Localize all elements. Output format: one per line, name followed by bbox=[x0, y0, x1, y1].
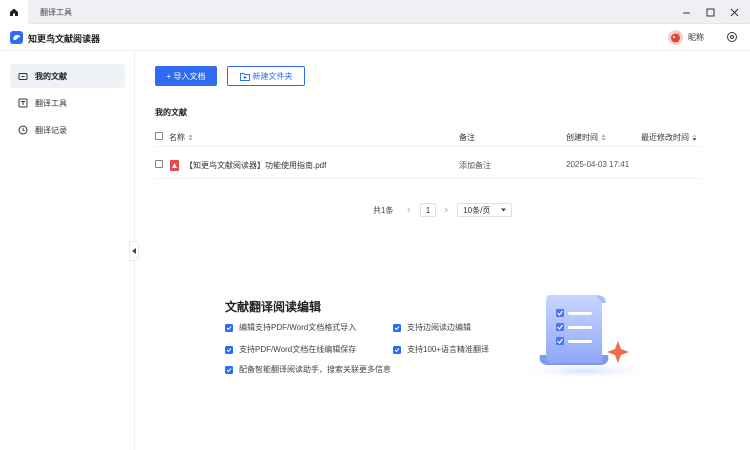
table-row-divider bbox=[155, 178, 700, 179]
promo-title: 文献翻译阅读编辑 bbox=[225, 300, 322, 314]
home-icon bbox=[10, 8, 18, 16]
settings-button[interactable] bbox=[726, 31, 738, 43]
sidebar-item-label: 翻译记录 bbox=[35, 125, 67, 135]
close-icon bbox=[730, 8, 738, 16]
feature-item: 配备智能翻译阅读助手，搜索关联更多信息 bbox=[225, 364, 391, 375]
section-title: 我的文献 bbox=[155, 108, 187, 117]
clock-icon bbox=[18, 125, 28, 135]
tab-bar: 翻译工具 bbox=[0, 0, 750, 24]
table-row-name[interactable]: 【知更鸟文献阅读器】功能使用指南.pdf bbox=[170, 160, 326, 171]
feature-item: 支持PDF/Word文档在线编辑保存 bbox=[225, 344, 356, 355]
sort-icon bbox=[601, 134, 606, 141]
check-icon bbox=[225, 345, 233, 354]
sort-desc-icon bbox=[692, 134, 697, 141]
caret-down-icon bbox=[500, 208, 506, 212]
column-note-header: 备注 bbox=[459, 133, 475, 142]
pagination-total: 共1条 bbox=[373, 205, 394, 215]
maximize-icon bbox=[706, 8, 714, 16]
translate-icon bbox=[18, 98, 28, 108]
sidebar-item-translate-tool[interactable]: 翻译工具 bbox=[10, 91, 125, 115]
app-header: 知更鸟文献阅读器 昵称 bbox=[0, 24, 750, 51]
check-icon bbox=[225, 323, 233, 332]
sidebar-item-label: 我的文献 bbox=[35, 71, 67, 81]
sidebar-item-translate-history[interactable]: 翻译记录 bbox=[10, 118, 125, 142]
created-time: 2025-04-03 17:41 bbox=[566, 160, 630, 169]
check-icon bbox=[393, 323, 401, 332]
column-modified-header[interactable]: 最近修改时间 bbox=[641, 132, 697, 143]
folder-plus-icon bbox=[239, 72, 250, 81]
select-all-checkbox[interactable] bbox=[155, 132, 163, 140]
close-button[interactable] bbox=[722, 0, 746, 24]
next-page-button[interactable] bbox=[443, 203, 449, 217]
feature-item: 支持边阅读边编辑 bbox=[393, 322, 471, 333]
maximize-button[interactable] bbox=[698, 0, 722, 24]
add-note-link[interactable]: 添加备注 bbox=[459, 160, 491, 171]
import-document-button[interactable]: + 导入文档 bbox=[155, 66, 217, 86]
sort-icon bbox=[188, 134, 193, 141]
page-size-select[interactable]: 10条/页 bbox=[457, 203, 512, 217]
page-number-current[interactable]: 1 bbox=[420, 203, 436, 217]
avatar[interactable] bbox=[668, 30, 683, 45]
sidebar-item-my-documents[interactable]: 我的文献 bbox=[10, 64, 125, 88]
new-folder-label: 新建文件夹 bbox=[252, 71, 293, 81]
sidebar: 我的文献 翻译工具 翻译记录 bbox=[0, 52, 135, 450]
chevron-right-icon bbox=[444, 207, 448, 213]
minimize-button[interactable] bbox=[674, 0, 698, 24]
column-name-header[interactable]: 名称 bbox=[169, 132, 193, 143]
page-size-value: 10条/页 bbox=[463, 205, 491, 215]
check-icon bbox=[225, 365, 233, 374]
prev-page-button[interactable] bbox=[406, 203, 412, 217]
feature-item: 编辑支持PDF/Word文档格式导入 bbox=[225, 322, 356, 333]
chevron-left-icon bbox=[407, 207, 411, 213]
feature-item: 支持100+语言精准翻译 bbox=[393, 344, 489, 355]
chevron-left-icon bbox=[131, 248, 136, 254]
minimize-icon bbox=[682, 12, 690, 13]
column-created-header[interactable]: 创建时间 bbox=[566, 132, 606, 143]
document-scroll-illustration bbox=[510, 283, 670, 383]
sidebar-item-label: 翻译工具 bbox=[35, 98, 67, 108]
folder-icon bbox=[18, 71, 28, 81]
tab-translate-tool[interactable]: 翻译工具 bbox=[28, 0, 84, 24]
settings-icon bbox=[727, 32, 737, 42]
row-checkbox[interactable] bbox=[155, 160, 163, 168]
new-folder-button[interactable]: 新建文件夹 bbox=[227, 66, 305, 86]
user-nickname[interactable]: 昵称 bbox=[688, 32, 704, 43]
document-name[interactable]: 【知更鸟文献阅读器】功能使用指南.pdf bbox=[185, 160, 326, 171]
sidebar-collapse-button[interactable] bbox=[129, 241, 139, 261]
table-header-divider bbox=[155, 146, 700, 147]
home-tab[interactable] bbox=[0, 0, 28, 24]
pdf-file-icon bbox=[170, 160, 179, 171]
app-title: 知更鸟文献阅读器 bbox=[28, 34, 101, 44]
app-logo-icon bbox=[10, 31, 23, 44]
check-icon bbox=[393, 345, 401, 354]
